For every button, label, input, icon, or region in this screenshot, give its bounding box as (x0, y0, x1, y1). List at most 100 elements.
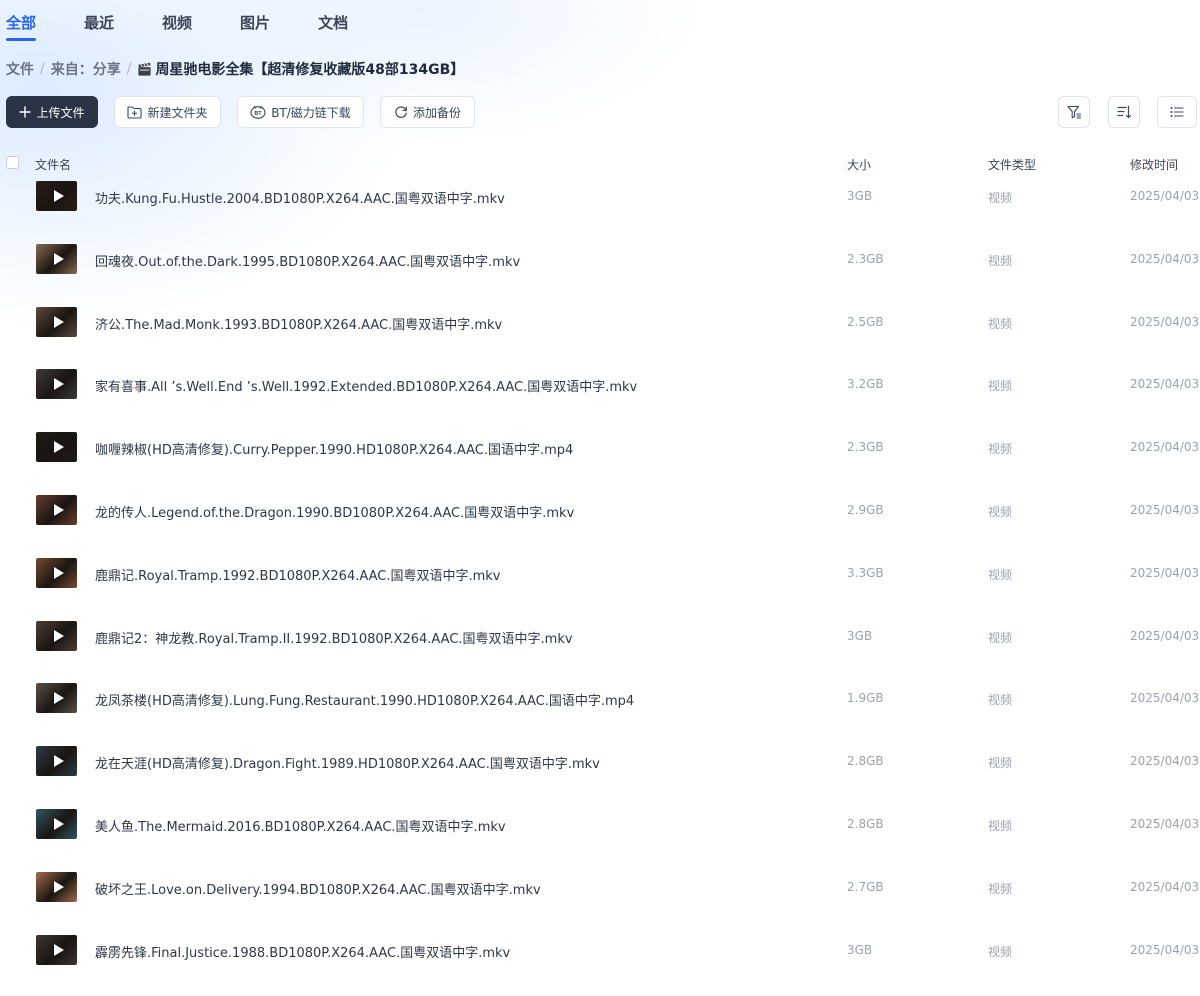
play-icon (53, 566, 64, 579)
file-row[interactable]: 龙的传人.Legend.of.the.Dragon.1990.BD1080P.X… (0, 478, 1200, 541)
breadcrumb-root[interactable]: 文件 (6, 59, 34, 79)
file-row[interactable]: 济公.The.Mad.Monk.1993.BD1080P.X264.AAC.国粤… (0, 290, 1200, 353)
file-row[interactable]: 美人鱼.The.Mermaid.2016.BD1080P.X264.AAC.国粤… (0, 792, 1200, 855)
toolbar: 上传文件 新建文件夹 BT BT/磁力链下载 添加备份 (6, 96, 1200, 130)
file-name[interactable]: 家有喜事.All ’s.Well.End ’s.Well.1992.Extend… (95, 376, 637, 395)
file-name[interactable]: 鹿鼎记2：神龙教.Royal.Tramp.II.1992.BD1080P.X26… (95, 628, 573, 647)
file-name[interactable]: 回魂夜.Out.of.the.Dark.1995.BD1080P.X264.AA… (95, 251, 520, 270)
upload-file-label: 上传文件 (36, 105, 85, 120)
file-size: 3.2GB (847, 377, 884, 392)
bt-icon: BT (250, 106, 266, 119)
file-row[interactable]: 龙在天涯(HD高清修复).Dragon.Fight.1989.HD1080P.X… (0, 729, 1200, 792)
new-folder-label: 新建文件夹 (147, 105, 208, 120)
file-size: 2.3GB (847, 440, 884, 455)
file-modified-date: 2025/04/03 (1130, 754, 1200, 769)
file-name[interactable]: 美人鱼.The.Mermaid.2016.BD1080P.X264.AAC.国粤… (95, 816, 506, 835)
file-name[interactable]: 鹿鼎记.Royal.Tramp.1992.BD1080P.X264.AAC.国粤… (95, 565, 501, 584)
breadcrumb-current-folder: 周星驰电影全集【超清修复收藏版48部134GB】 (137, 59, 464, 79)
file-type: 视频 (988, 756, 1013, 771)
upload-file-button[interactable]: 上传文件 (6, 96, 98, 128)
breadcrumb-shared-from[interactable]: 来自：分享 (51, 59, 121, 79)
file-row[interactable]: 破坏之王.Love.on.Delivery.1994.BD1080P.X264.… (0, 855, 1200, 918)
video-thumbnail[interactable] (36, 871, 77, 902)
file-name[interactable]: 霹雳先锋.Final.Justice.1988.BD1080P.X264.AAC… (95, 942, 510, 961)
backup-sync-icon (395, 106, 407, 119)
video-thumbnail[interactable] (36, 934, 77, 965)
file-name[interactable]: 功夫.Kung.Fu.Hustle.2004.BD1080P.X264.AAC.… (95, 188, 505, 207)
file-modified-date: 2025/04/03 (1130, 565, 1200, 580)
file-row[interactable]: 龙凤茶楼(HD高清修复).Lung.Fung.Restaurant.1990.H… (0, 666, 1200, 729)
video-thumbnail[interactable] (36, 432, 77, 463)
file-modified-date: 2025/04/03 (1130, 377, 1200, 392)
file-row[interactable]: 鹿鼎记2：神龙教.Royal.Tramp.II.1992.BD1080P.X26… (0, 604, 1200, 667)
play-icon (53, 441, 64, 454)
file-row[interactable]: 鹿鼎记.Royal.Tramp.1992.BD1080P.X264.AAC.国粤… (0, 541, 1200, 604)
file-size: 3.3GB (847, 565, 884, 580)
video-thumbnail[interactable] (36, 243, 77, 274)
file-name[interactable]: 龙凤茶楼(HD高清修复).Lung.Fung.Restaurant.1990.H… (95, 690, 634, 709)
bt-magnet-download-button[interactable]: BT BT/磁力链下载 (237, 96, 364, 128)
file-size: 2.7GB (847, 879, 884, 894)
file-row[interactable]: 功夫.Kung.Fu.Hustle.2004.BD1080P.X264.AAC.… (0, 164, 1200, 227)
file-row[interactable]: 家有喜事.All ’s.Well.End ’s.Well.1992.Extend… (0, 352, 1200, 415)
file-size: 3GB (847, 942, 873, 957)
video-thumbnail[interactable] (36, 369, 77, 400)
file-name[interactable]: 龙的传人.Legend.of.the.Dragon.1990.BD1080P.X… (95, 502, 574, 521)
category-tabs: 全部 最近 视频 图片 文档 (6, 0, 396, 46)
tab-video[interactable]: 视频 (162, 0, 192, 46)
breadcrumb-separator: / (126, 61, 132, 77)
file-row[interactable]: 咖喱辣椒(HD高清修复).Curry.Pepper.1990.HD1080P.X… (0, 415, 1200, 478)
play-icon (53, 315, 64, 328)
play-icon (53, 817, 64, 830)
new-folder-button[interactable]: 新建文件夹 (114, 96, 221, 128)
filter-button[interactable] (1058, 96, 1090, 128)
sort-icon (1117, 105, 1132, 119)
play-icon (53, 755, 64, 768)
file-size: 3GB (847, 628, 873, 643)
play-icon (53, 190, 64, 202)
view-mode-toggle[interactable] (1157, 96, 1197, 128)
file-name[interactable]: 龙在天涯(HD高清修复).Dragon.Fight.1989.HD1080P.X… (95, 753, 600, 772)
file-row[interactable]: 回魂夜.Out.of.the.Dark.1995.BD1080P.X264.AA… (0, 227, 1200, 290)
video-thumbnail[interactable] (36, 808, 77, 839)
file-type: 视频 (988, 504, 1013, 519)
file-type: 视频 (988, 881, 1013, 896)
file-name[interactable]: 济公.The.Mad.Monk.1993.BD1080P.X264.AAC.国粤… (95, 314, 502, 333)
add-backup-button[interactable]: 添加备份 (380, 96, 475, 128)
new-folder-icon (127, 105, 143, 119)
video-thumbnail[interactable] (36, 557, 77, 588)
breadcrumb-separator: / (40, 61, 45, 77)
video-thumbnail[interactable] (36, 306, 77, 337)
video-thumbnail[interactable] (36, 746, 77, 777)
play-icon (53, 252, 64, 265)
tab-all[interactable]: 全部 (6, 0, 37, 46)
file-modified-date: 2025/04/03 (1130, 816, 1200, 831)
file-type: 视频 (988, 379, 1013, 394)
file-size: 1.9GB (847, 691, 884, 706)
sort-button[interactable] (1108, 96, 1140, 128)
video-thumbnail[interactable] (36, 683, 77, 714)
video-thumbnail[interactable] (36, 620, 77, 651)
play-icon (53, 943, 64, 956)
bt-magnet-download-label: BT/磁力链下载 (271, 105, 351, 120)
video-thumbnail[interactable] (36, 494, 77, 525)
video-thumbnail[interactable] (36, 181, 77, 211)
file-modified-date: 2025/04/03 (1130, 189, 1200, 203)
file-modified-date: 2025/04/03 (1130, 879, 1200, 894)
file-size: 2.9GB (847, 502, 884, 517)
file-name[interactable]: 破坏之王.Love.on.Delivery.1994.BD1080P.X264.… (95, 879, 541, 898)
file-modified-date: 2025/04/03 (1130, 314, 1200, 329)
play-icon (53, 692, 64, 705)
breadcrumb: 文件 / 来自：分享 / 周星驰电影全集【超清修复收藏版48部134GB】 (6, 58, 464, 80)
tab-image[interactable]: 图片 (240, 0, 270, 46)
file-type: 视频 (988, 442, 1013, 457)
file-name[interactable]: 咖喱辣椒(HD高清修复).Curry.Pepper.1990.HD1080P.X… (95, 439, 573, 458)
add-backup-label: 添加备份 (412, 105, 461, 120)
file-type: 视频 (988, 253, 1013, 268)
file-row[interactable]: 霹雳先锋.Final.Justice.1988.BD1080P.X264.AAC… (0, 918, 1200, 981)
tab-document[interactable]: 文档 (318, 0, 348, 46)
svg-text:BT: BT (255, 111, 263, 117)
tab-recent[interactable]: 最近 (84, 0, 114, 46)
file-size: 2.8GB (847, 754, 884, 769)
file-type: 视频 (988, 630, 1013, 645)
